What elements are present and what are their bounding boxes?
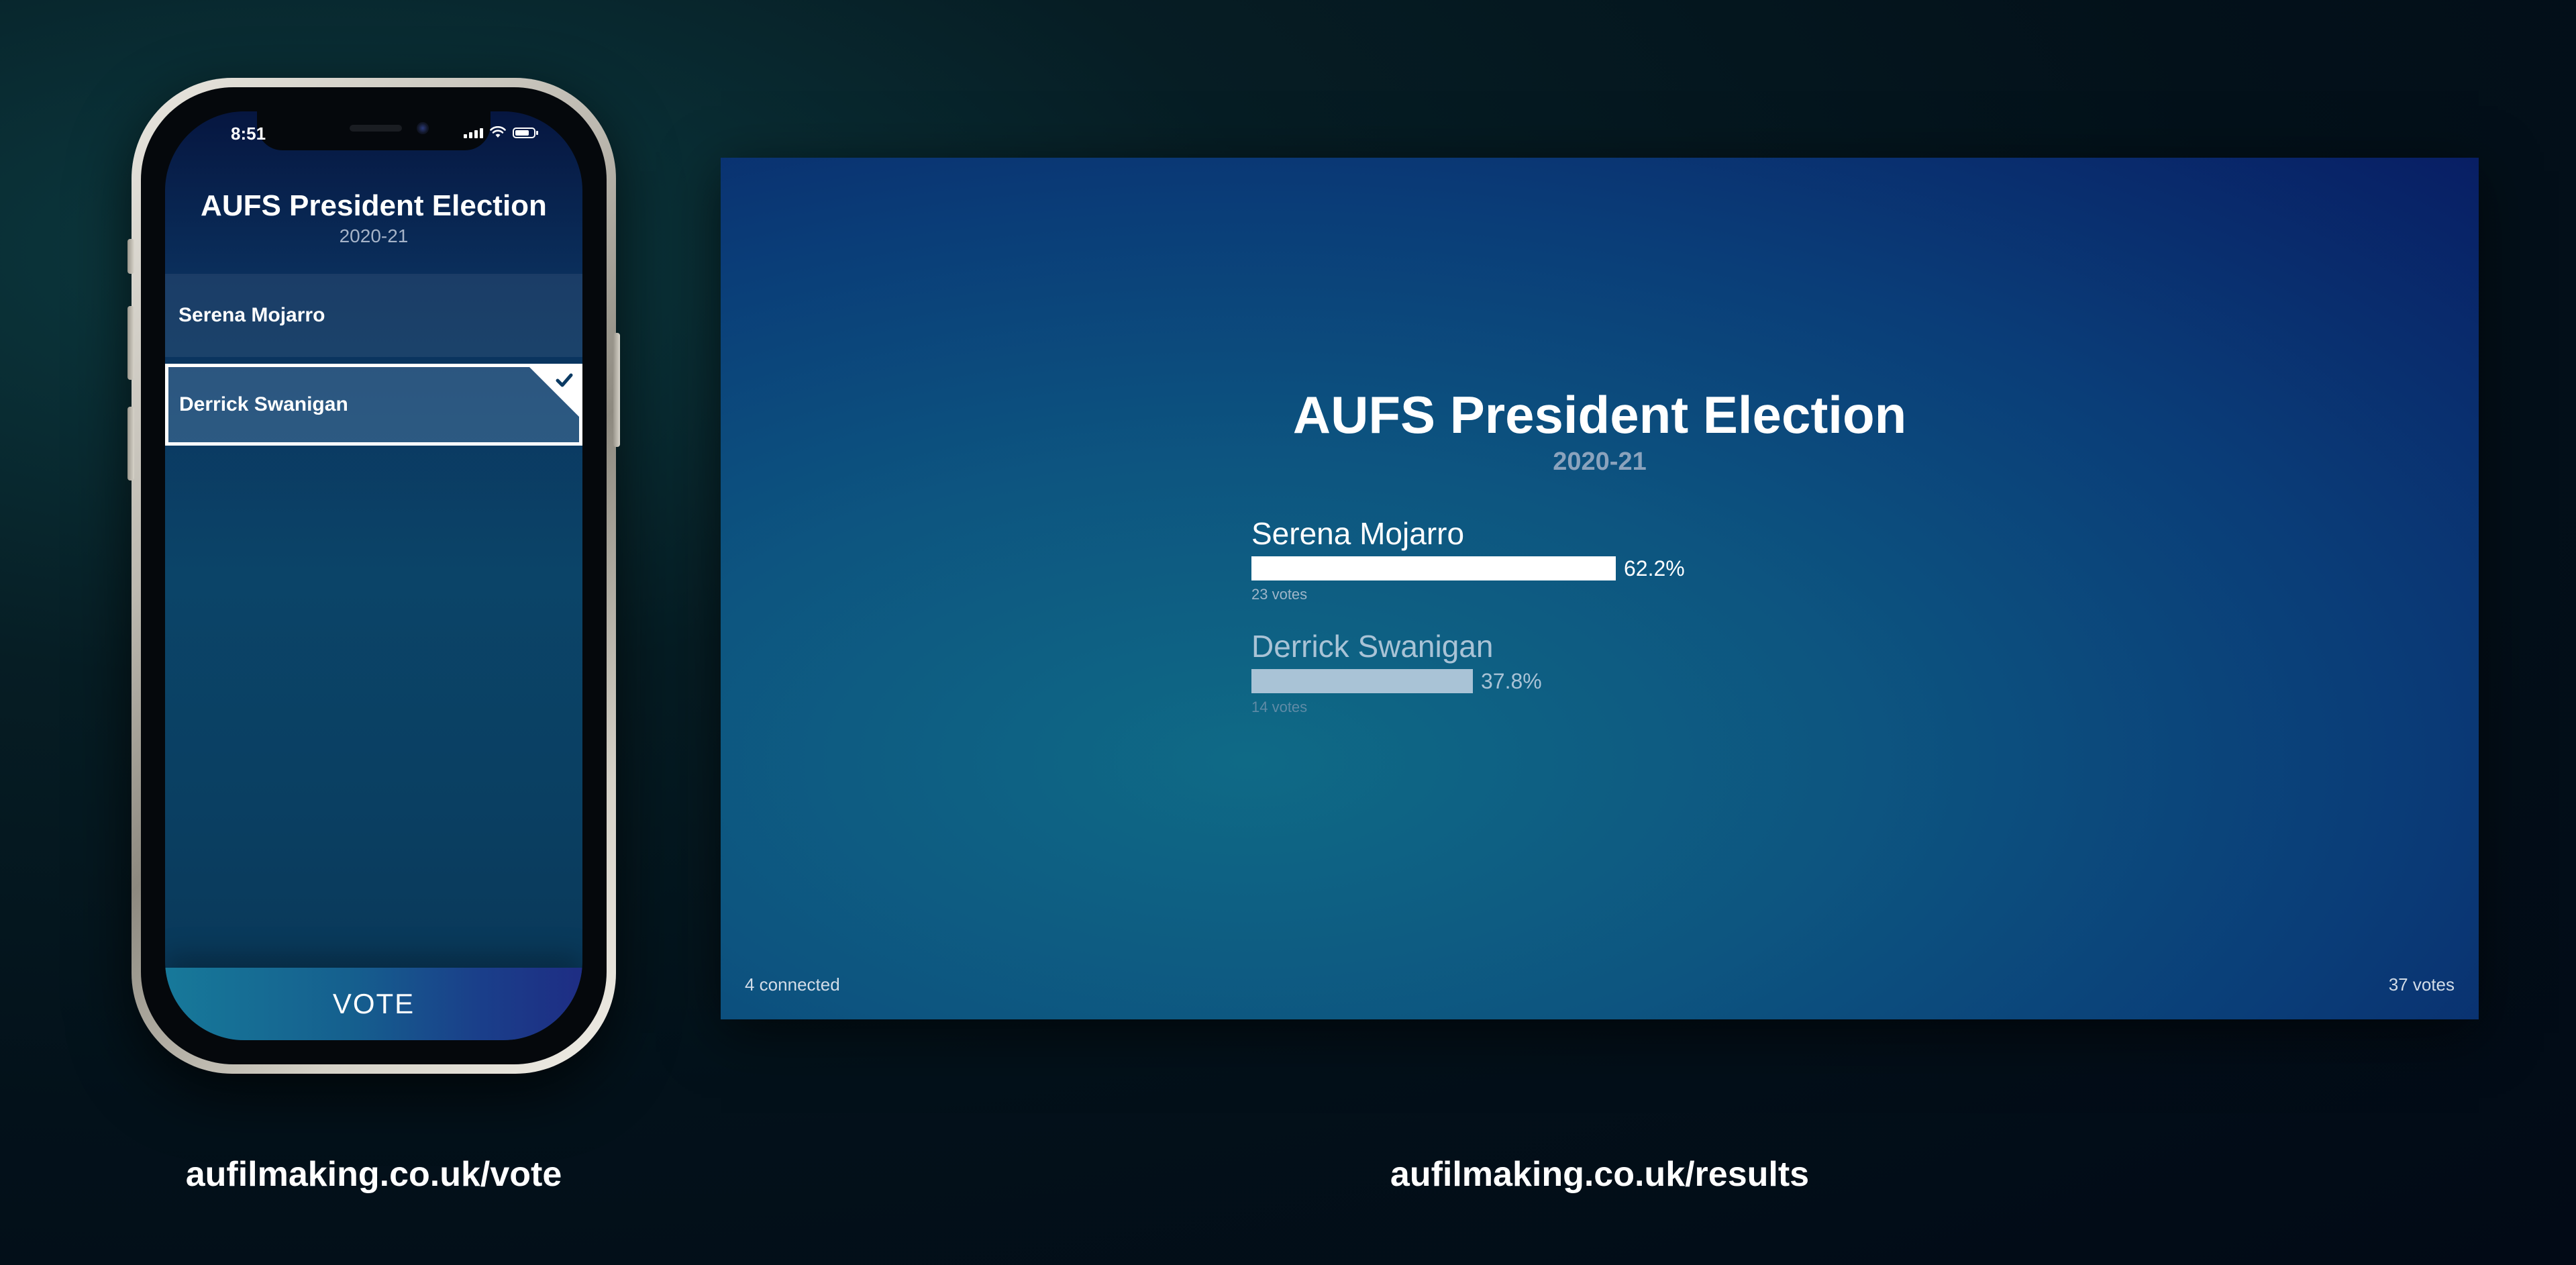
status-icons	[464, 126, 538, 138]
phone-mockup: 8:51 AUFS President Election 2020-21 Ser…	[127, 78, 620, 1074]
vote-url-label: aufilmaking.co.uk/vote	[185, 1155, 562, 1194]
result-candidate-name: Serena Mojarro	[1251, 516, 1465, 551]
checkmark-icon	[556, 373, 573, 387]
result-vote-count: 14 votes	[1251, 699, 1308, 715]
results-screen: AUFS President Election 2020-21 Serena M…	[721, 158, 2479, 1019]
status-time: 8:51	[231, 123, 266, 144]
phone-screen: 8:51 AUFS President Election 2020-21 Ser…	[165, 111, 582, 1040]
candidate-option-serena-mojarro[interactable]: Serena Mojarro	[165, 274, 582, 357]
phone-silent-switch	[127, 239, 134, 274]
result-derrick-swanigan: Derrick Swanigan 37.8% 14 votes	[1251, 627, 1542, 716]
total-votes: 37 votes	[2388, 974, 2455, 995]
phone-power-button	[613, 333, 620, 447]
result-percent: 37.8%	[1481, 668, 1542, 693]
speaker-grille	[350, 125, 402, 132]
wifi-icon	[490, 126, 506, 138]
signal-icon	[464, 128, 483, 138]
result-percent: 62.2%	[1624, 556, 1685, 580]
phone-volume-down-button	[127, 407, 134, 480]
page-subtitle: 2020-21	[339, 225, 409, 246]
battery-icon	[513, 128, 538, 138]
results-title: AUFS President Election	[1292, 385, 1907, 444]
candidate-option-derrick-swanigan[interactable]: Derrick Swanigan	[165, 364, 582, 446]
result-bar	[1251, 556, 1616, 580]
result-candidate-name: Derrick Swanigan	[1251, 629, 1494, 664]
front-camera	[417, 122, 429, 134]
vote-button[interactable]: VOTE	[165, 968, 582, 1040]
result-vote-count: 23 votes	[1251, 586, 1308, 603]
result-bar-row: 37.8%	[1251, 669, 1542, 693]
result-serena-mojarro: Serena Mojarro 62.2% 23 votes	[1251, 515, 1685, 603]
results-url-label: aufilmaking.co.uk/results	[1390, 1155, 1810, 1194]
candidate-option-label: Serena Mojarro	[178, 304, 325, 326]
results-subtitle: 2020-21	[1553, 448, 1647, 476]
result-bar	[1251, 669, 1473, 693]
page-title: AUFS President Election	[201, 189, 547, 222]
result-bar-row: 62.2%	[1251, 556, 1685, 580]
phone-volume-up-button	[127, 306, 134, 380]
phone-notch	[257, 111, 491, 150]
candidate-option-label: Derrick Swanigan	[179, 393, 348, 415]
phone-bezel: 8:51 AUFS President Election 2020-21 Ser…	[141, 87, 607, 1064]
connected-count: 4 connected	[745, 974, 840, 995]
